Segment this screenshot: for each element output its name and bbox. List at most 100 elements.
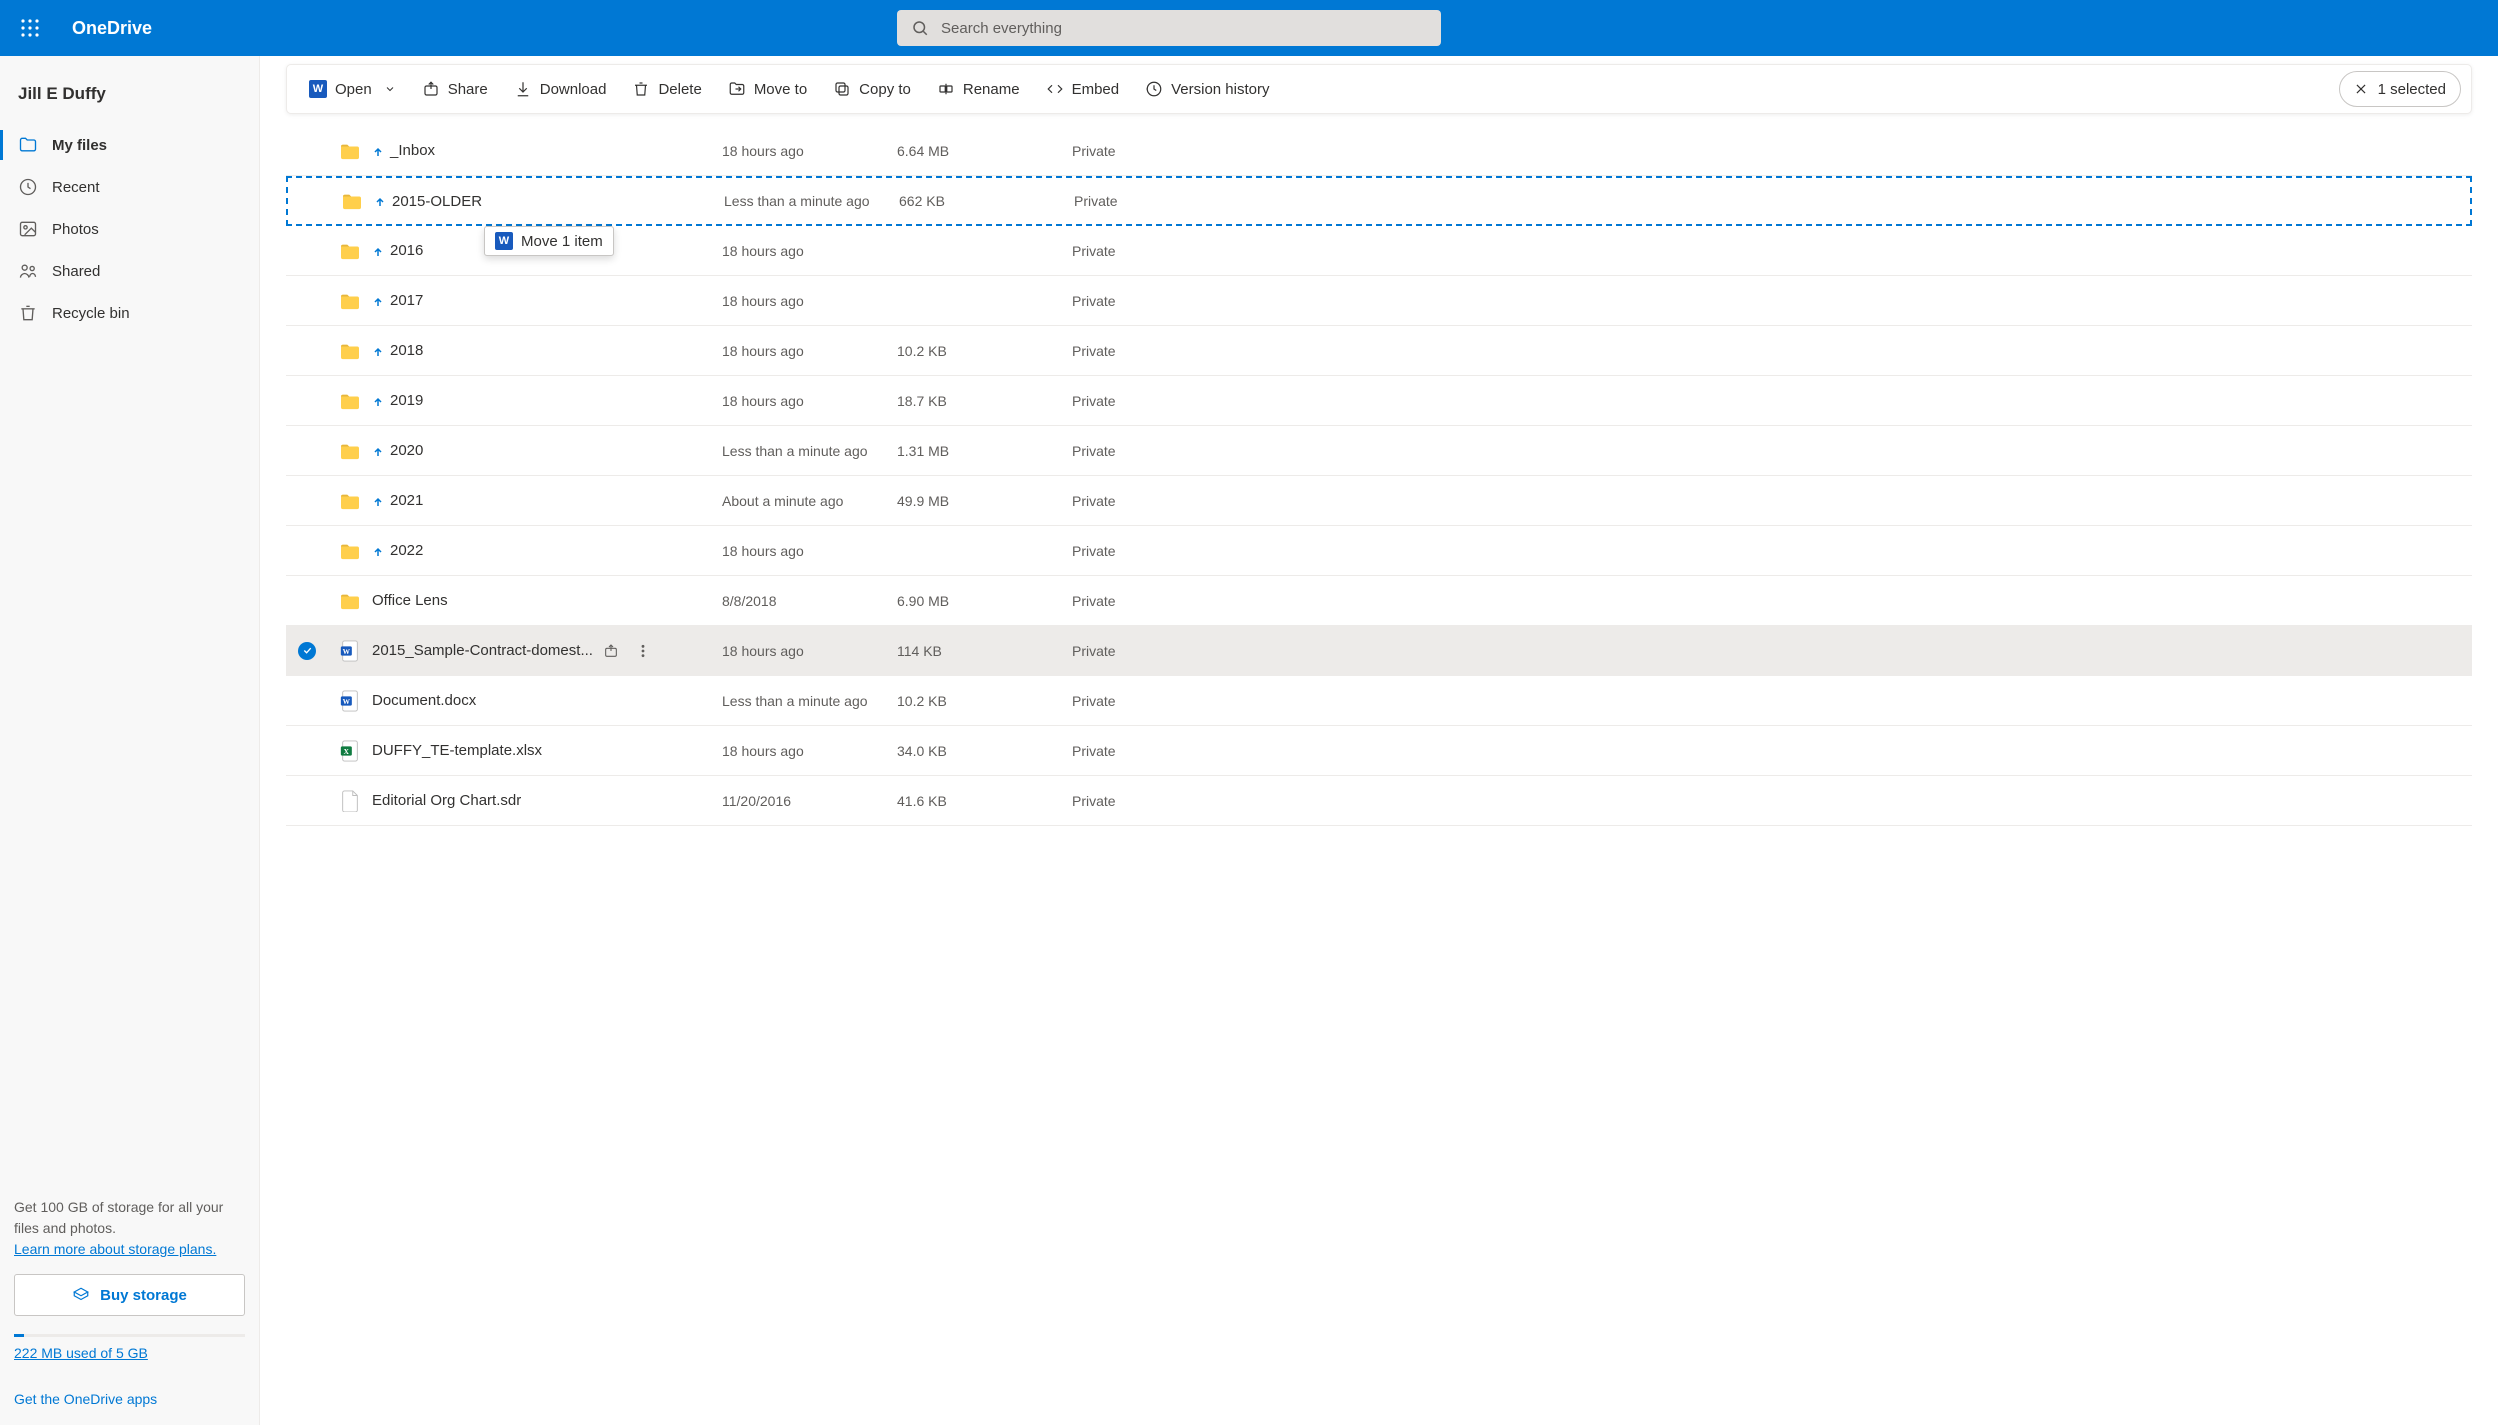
table-row[interactable]: 201918 hours ago18.7 KBPrivate (286, 376, 2472, 426)
size-cell: 662 KB (899, 193, 1074, 209)
table-row[interactable]: 2021About a minute ago49.9 MBPrivate (286, 476, 2472, 526)
table-row[interactable]: 2020Less than a minute ago1.31 MBPrivate (286, 426, 2472, 476)
table-row[interactable]: 2015-OLDERLess than a minute ago662 KBPr… (286, 176, 2472, 226)
file-name[interactable]: 2015_Sample-Contract-domest... (372, 637, 722, 665)
table-row[interactable]: 201618 hours agoPrivate (286, 226, 2472, 276)
sharing-cell: Private (1072, 243, 2472, 259)
size-cell: 6.64 MB (897, 143, 1072, 159)
move-to-label: Move to (754, 81, 807, 98)
sharing-cell: Private (1072, 343, 2472, 359)
sharing-cell: Private (1072, 543, 2472, 559)
row-share-button[interactable] (597, 637, 625, 665)
modified-cell: Less than a minute ago (722, 693, 897, 709)
file-name[interactable]: 2022 (372, 542, 722, 559)
app-launcher-button[interactable] (12, 10, 48, 46)
modified-cell: 18 hours ago (722, 643, 897, 659)
nav-label: Photos (52, 221, 99, 238)
svg-text:X: X (344, 746, 350, 755)
file-name[interactable]: DUFFY_TE-template.xlsx (372, 742, 722, 759)
nav-recycle-bin[interactable]: Recycle bin (0, 292, 259, 334)
selected-count: 1 selected (2378, 81, 2446, 98)
folder-icon (328, 292, 372, 310)
copy-to-label: Copy to (859, 81, 911, 98)
file-list[interactable]: _Inbox18 hours ago6.64 MBPrivate2015-OLD… (260, 114, 2498, 1425)
file-name[interactable]: 2015-OLDER (374, 193, 724, 210)
storage-promo: Get 100 GB of storage for all your files… (14, 1197, 245, 1260)
file-name[interactable]: _Inbox (372, 142, 722, 159)
search-input[interactable] (941, 20, 1427, 37)
file-name[interactable]: Document.docx (372, 692, 722, 709)
folder-icon (328, 342, 372, 360)
nav-recent[interactable]: Recent (0, 166, 259, 208)
nav-label: Recent (52, 179, 100, 196)
row-select[interactable] (286, 642, 328, 660)
folder-icon (328, 142, 372, 160)
command-bar: W Open Share Download Delete (286, 64, 2472, 114)
folder-icon (328, 242, 372, 260)
folder-icon (328, 592, 372, 610)
version-history-button[interactable]: Version history (1133, 71, 1281, 107)
main: W Open Share Download Delete (260, 56, 2498, 1425)
row-more-button[interactable] (629, 637, 657, 665)
storage-bar (14, 1334, 245, 1337)
modified-cell: 18 hours ago (722, 293, 897, 309)
table-row[interactable]: Editorial Org Chart.sdr11/20/201641.6 KB… (286, 776, 2472, 826)
rename-label: Rename (963, 81, 1020, 98)
file-name[interactable]: 2020 (372, 442, 722, 459)
modified-cell: Less than a minute ago (724, 193, 899, 209)
open-button[interactable]: W Open (297, 71, 408, 107)
nav-label: Shared (52, 263, 100, 280)
size-cell: 10.2 KB (897, 693, 1072, 709)
buy-storage-button[interactable]: Buy storage (14, 1274, 245, 1316)
table-row[interactable]: WDocument.docxLess than a minute ago10.2… (286, 676, 2472, 726)
word-icon: W (309, 80, 327, 98)
file-name[interactable]: Office Lens (372, 592, 722, 609)
table-row[interactable]: XDUFFY_TE-template.xlsx18 hours ago34.0 … (286, 726, 2472, 776)
chevron-down-icon (384, 83, 396, 95)
modified-cell: 18 hours ago (722, 393, 897, 409)
modified-cell: 18 hours ago (722, 543, 897, 559)
get-apps-link[interactable]: Get the OneDrive apps (14, 1391, 245, 1407)
nav-shared[interactable]: Shared (0, 250, 259, 292)
size-cell: 41.6 KB (897, 793, 1072, 809)
table-row[interactable]: 201818 hours ago10.2 KBPrivate (286, 326, 2472, 376)
table-row[interactable]: 202218 hours ago Private (286, 526, 2472, 576)
table-row[interactable]: _Inbox18 hours ago6.64 MBPrivate (286, 126, 2472, 176)
file-name[interactable]: Editorial Org Chart.sdr (372, 792, 722, 809)
share-button[interactable]: Share (410, 71, 500, 107)
file-icon: W (328, 640, 372, 662)
file-name[interactable]: 2017 (372, 292, 722, 309)
sharing-cell: Private (1072, 693, 2472, 709)
folder-icon (328, 492, 372, 510)
size-cell: 10.2 KB (897, 343, 1072, 359)
file-name[interactable]: 2019 (372, 392, 722, 409)
buy-storage-label: Buy storage (100, 1287, 187, 1304)
table-row[interactable]: 201718 hours agoPrivate (286, 276, 2472, 326)
share-label: Share (448, 81, 488, 98)
delete-button[interactable]: Delete (620, 71, 713, 107)
file-icon: W (328, 690, 372, 712)
learn-more-link[interactable]: Learn more about storage plans. (14, 1241, 216, 1257)
rename-button[interactable]: Rename (925, 71, 1032, 107)
modified-cell: 18 hours ago (722, 143, 897, 159)
brand-title: OneDrive (72, 18, 152, 39)
nav-photos[interactable]: Photos (0, 208, 259, 250)
file-name[interactable]: 2018 (372, 342, 722, 359)
search-box[interactable] (897, 10, 1441, 46)
embed-button[interactable]: Embed (1034, 71, 1132, 107)
nav-label: Recycle bin (52, 305, 130, 322)
download-button[interactable]: Download (502, 71, 619, 107)
storage-used-link[interactable]: 222 MB used of 5 GB (14, 1345, 245, 1361)
table-row[interactable]: Office Lens8/8/20186.90 MBPrivate (286, 576, 2472, 626)
move-to-button[interactable]: Move to (716, 71, 819, 107)
file-name[interactable]: 2016 (372, 242, 722, 259)
copy-to-button[interactable]: Copy to (821, 71, 923, 107)
file-icon: X (328, 740, 372, 762)
table-row[interactable]: W2015_Sample-Contract-domest...18 hours … (286, 626, 2472, 676)
modified-cell: 18 hours ago (722, 343, 897, 359)
clear-selection-button[interactable]: 1 selected (2339, 71, 2461, 107)
size-cell: 18.7 KB (897, 393, 1072, 409)
nav-my-files[interactable]: My files (0, 124, 259, 166)
file-name[interactable]: 2021 (372, 492, 722, 509)
file-icon (328, 790, 372, 812)
